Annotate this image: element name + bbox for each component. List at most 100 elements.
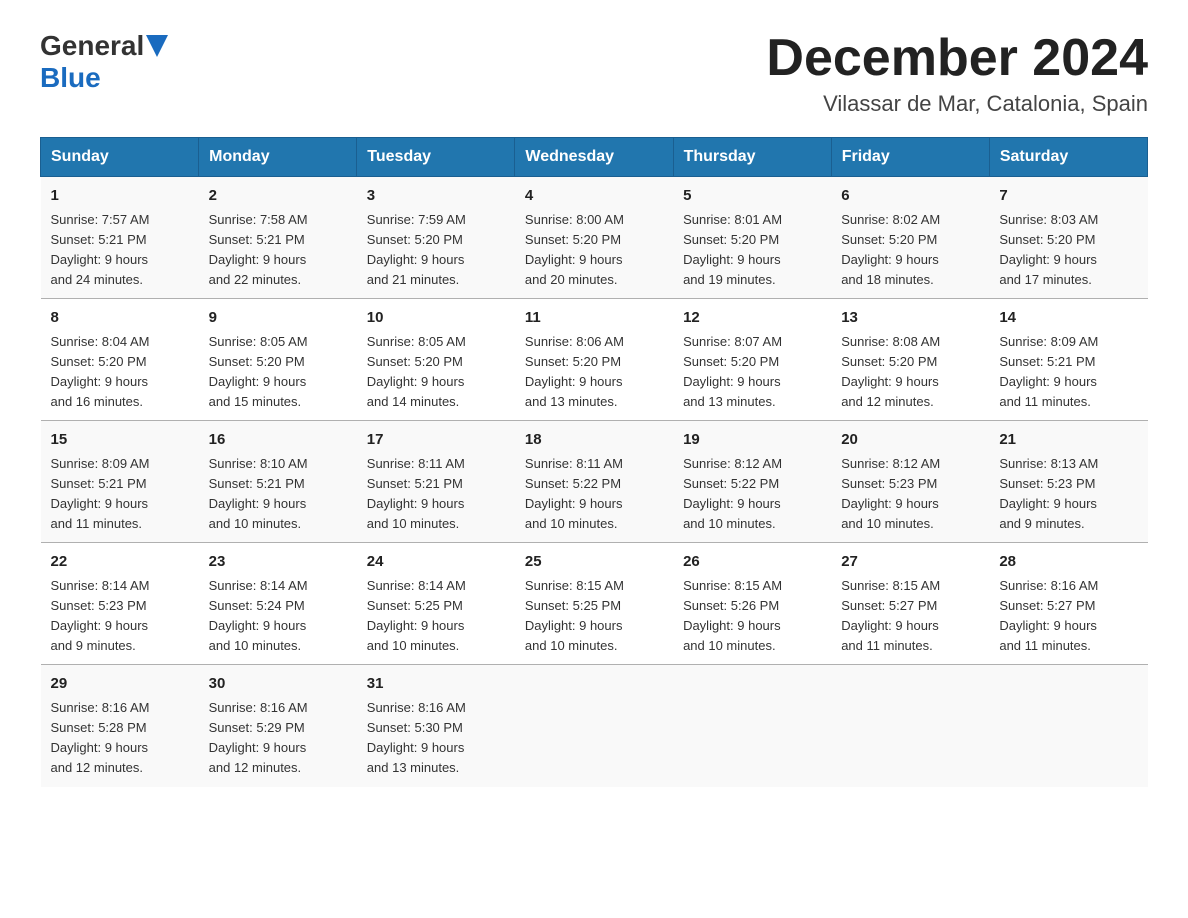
day-info: Sunrise: 7:57 AM Sunset: 5:21 PM Dayligh… bbox=[51, 210, 189, 291]
day-number: 18 bbox=[525, 429, 663, 452]
day-info: Sunrise: 8:16 AM Sunset: 5:27 PM Dayligh… bbox=[999, 576, 1137, 657]
calendar-cell: 29Sunrise: 8:16 AM Sunset: 5:28 PM Dayli… bbox=[41, 665, 199, 787]
day-number: 28 bbox=[999, 551, 1137, 574]
day-info: Sunrise: 7:59 AM Sunset: 5:20 PM Dayligh… bbox=[367, 210, 505, 291]
day-number: 20 bbox=[841, 429, 979, 452]
day-info: Sunrise: 8:15 AM Sunset: 5:27 PM Dayligh… bbox=[841, 576, 979, 657]
column-header-tuesday: Tuesday bbox=[357, 138, 515, 177]
calendar-table: SundayMondayTuesdayWednesdayThursdayFrid… bbox=[40, 137, 1148, 786]
calendar-header-row: SundayMondayTuesdayWednesdayThursdayFrid… bbox=[41, 138, 1148, 177]
day-info: Sunrise: 7:58 AM Sunset: 5:21 PM Dayligh… bbox=[209, 210, 347, 291]
page-header: General Blue December 2024 Vilassar de M… bbox=[40, 30, 1148, 117]
calendar-subtitle: Vilassar de Mar, Catalonia, Spain bbox=[766, 91, 1148, 117]
day-info: Sunrise: 8:14 AM Sunset: 5:24 PM Dayligh… bbox=[209, 576, 347, 657]
calendar-cell: 19Sunrise: 8:12 AM Sunset: 5:22 PM Dayli… bbox=[673, 421, 831, 543]
logo-blue-text: Blue bbox=[40, 62, 101, 93]
column-header-wednesday: Wednesday bbox=[515, 138, 673, 177]
title-block: December 2024 Vilassar de Mar, Catalonia… bbox=[766, 30, 1148, 117]
day-info: Sunrise: 8:04 AM Sunset: 5:20 PM Dayligh… bbox=[51, 332, 189, 413]
column-header-thursday: Thursday bbox=[673, 138, 831, 177]
day-number: 30 bbox=[209, 673, 347, 696]
day-number: 13 bbox=[841, 307, 979, 330]
calendar-cell: 13Sunrise: 8:08 AM Sunset: 5:20 PM Dayli… bbox=[831, 299, 989, 421]
day-info: Sunrise: 8:00 AM Sunset: 5:20 PM Dayligh… bbox=[525, 210, 663, 291]
calendar-cell: 6Sunrise: 8:02 AM Sunset: 5:20 PM Daylig… bbox=[831, 177, 989, 299]
calendar-cell: 7Sunrise: 8:03 AM Sunset: 5:20 PM Daylig… bbox=[989, 177, 1147, 299]
calendar-cell: 12Sunrise: 8:07 AM Sunset: 5:20 PM Dayli… bbox=[673, 299, 831, 421]
day-info: Sunrise: 8:11 AM Sunset: 5:21 PM Dayligh… bbox=[367, 454, 505, 535]
calendar-cell: 3Sunrise: 7:59 AM Sunset: 5:20 PM Daylig… bbox=[357, 177, 515, 299]
day-info: Sunrise: 8:02 AM Sunset: 5:20 PM Dayligh… bbox=[841, 210, 979, 291]
calendar-cell bbox=[831, 665, 989, 787]
day-info: Sunrise: 8:01 AM Sunset: 5:20 PM Dayligh… bbox=[683, 210, 821, 291]
day-info: Sunrise: 8:14 AM Sunset: 5:25 PM Dayligh… bbox=[367, 576, 505, 657]
day-number: 6 bbox=[841, 185, 979, 208]
day-info: Sunrise: 8:11 AM Sunset: 5:22 PM Dayligh… bbox=[525, 454, 663, 535]
logo-triangle-icon bbox=[146, 35, 168, 57]
day-number: 9 bbox=[209, 307, 347, 330]
column-header-saturday: Saturday bbox=[989, 138, 1147, 177]
day-number: 23 bbox=[209, 551, 347, 574]
day-number: 8 bbox=[51, 307, 189, 330]
calendar-cell: 28Sunrise: 8:16 AM Sunset: 5:27 PM Dayli… bbox=[989, 543, 1147, 665]
day-number: 14 bbox=[999, 307, 1137, 330]
calendar-cell bbox=[673, 665, 831, 787]
day-info: Sunrise: 8:14 AM Sunset: 5:23 PM Dayligh… bbox=[51, 576, 189, 657]
calendar-title: December 2024 bbox=[766, 30, 1148, 87]
day-info: Sunrise: 8:08 AM Sunset: 5:20 PM Dayligh… bbox=[841, 332, 979, 413]
calendar-cell: 5Sunrise: 8:01 AM Sunset: 5:20 PM Daylig… bbox=[673, 177, 831, 299]
calendar-cell: 26Sunrise: 8:15 AM Sunset: 5:26 PM Dayli… bbox=[673, 543, 831, 665]
day-number: 3 bbox=[367, 185, 505, 208]
day-info: Sunrise: 8:10 AM Sunset: 5:21 PM Dayligh… bbox=[209, 454, 347, 535]
day-number: 16 bbox=[209, 429, 347, 452]
day-info: Sunrise: 8:09 AM Sunset: 5:21 PM Dayligh… bbox=[999, 332, 1137, 413]
day-info: Sunrise: 8:16 AM Sunset: 5:29 PM Dayligh… bbox=[209, 698, 347, 779]
logo-general-text: General bbox=[40, 30, 144, 62]
day-number: 27 bbox=[841, 551, 979, 574]
calendar-cell: 8Sunrise: 8:04 AM Sunset: 5:20 PM Daylig… bbox=[41, 299, 199, 421]
day-number: 5 bbox=[683, 185, 821, 208]
day-number: 22 bbox=[51, 551, 189, 574]
calendar-cell: 17Sunrise: 8:11 AM Sunset: 5:21 PM Dayli… bbox=[357, 421, 515, 543]
calendar-week-row: 29Sunrise: 8:16 AM Sunset: 5:28 PM Dayli… bbox=[41, 665, 1148, 787]
column-header-monday: Monday bbox=[199, 138, 357, 177]
day-number: 7 bbox=[999, 185, 1137, 208]
calendar-cell: 30Sunrise: 8:16 AM Sunset: 5:29 PM Dayli… bbox=[199, 665, 357, 787]
calendar-cell: 16Sunrise: 8:10 AM Sunset: 5:21 PM Dayli… bbox=[199, 421, 357, 543]
day-number: 26 bbox=[683, 551, 821, 574]
calendar-week-row: 8Sunrise: 8:04 AM Sunset: 5:20 PM Daylig… bbox=[41, 299, 1148, 421]
calendar-cell: 1Sunrise: 7:57 AM Sunset: 5:21 PM Daylig… bbox=[41, 177, 199, 299]
calendar-cell: 21Sunrise: 8:13 AM Sunset: 5:23 PM Dayli… bbox=[989, 421, 1147, 543]
day-number: 25 bbox=[525, 551, 663, 574]
day-number: 19 bbox=[683, 429, 821, 452]
day-number: 29 bbox=[51, 673, 189, 696]
day-number: 21 bbox=[999, 429, 1137, 452]
day-number: 1 bbox=[51, 185, 189, 208]
calendar-cell: 10Sunrise: 8:05 AM Sunset: 5:20 PM Dayli… bbox=[357, 299, 515, 421]
day-info: Sunrise: 8:07 AM Sunset: 5:20 PM Dayligh… bbox=[683, 332, 821, 413]
day-info: Sunrise: 8:16 AM Sunset: 5:28 PM Dayligh… bbox=[51, 698, 189, 779]
day-number: 15 bbox=[51, 429, 189, 452]
calendar-cell: 20Sunrise: 8:12 AM Sunset: 5:23 PM Dayli… bbox=[831, 421, 989, 543]
calendar-cell: 27Sunrise: 8:15 AM Sunset: 5:27 PM Dayli… bbox=[831, 543, 989, 665]
day-info: Sunrise: 8:09 AM Sunset: 5:21 PM Dayligh… bbox=[51, 454, 189, 535]
calendar-cell: 22Sunrise: 8:14 AM Sunset: 5:23 PM Dayli… bbox=[41, 543, 199, 665]
calendar-cell: 4Sunrise: 8:00 AM Sunset: 5:20 PM Daylig… bbox=[515, 177, 673, 299]
day-info: Sunrise: 8:12 AM Sunset: 5:22 PM Dayligh… bbox=[683, 454, 821, 535]
calendar-cell bbox=[515, 665, 673, 787]
day-info: Sunrise: 8:05 AM Sunset: 5:20 PM Dayligh… bbox=[367, 332, 505, 413]
day-info: Sunrise: 8:12 AM Sunset: 5:23 PM Dayligh… bbox=[841, 454, 979, 535]
day-info: Sunrise: 8:03 AM Sunset: 5:20 PM Dayligh… bbox=[999, 210, 1137, 291]
day-info: Sunrise: 8:13 AM Sunset: 5:23 PM Dayligh… bbox=[999, 454, 1137, 535]
day-number: 12 bbox=[683, 307, 821, 330]
calendar-cell: 15Sunrise: 8:09 AM Sunset: 5:21 PM Dayli… bbox=[41, 421, 199, 543]
day-number: 31 bbox=[367, 673, 505, 696]
calendar-cell: 2Sunrise: 7:58 AM Sunset: 5:21 PM Daylig… bbox=[199, 177, 357, 299]
calendar-cell bbox=[989, 665, 1147, 787]
calendar-cell: 24Sunrise: 8:14 AM Sunset: 5:25 PM Dayli… bbox=[357, 543, 515, 665]
calendar-cell: 11Sunrise: 8:06 AM Sunset: 5:20 PM Dayli… bbox=[515, 299, 673, 421]
calendar-cell: 23Sunrise: 8:14 AM Sunset: 5:24 PM Dayli… bbox=[199, 543, 357, 665]
column-header-sunday: Sunday bbox=[41, 138, 199, 177]
day-number: 4 bbox=[525, 185, 663, 208]
day-number: 10 bbox=[367, 307, 505, 330]
